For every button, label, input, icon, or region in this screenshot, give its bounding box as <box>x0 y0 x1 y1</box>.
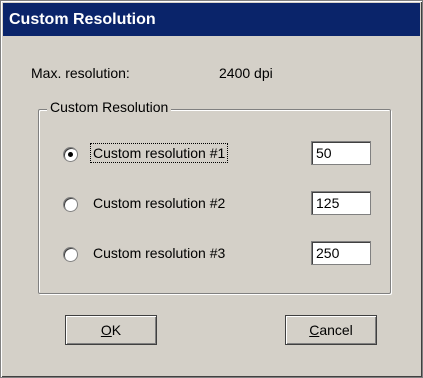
cancel-button[interactable]: Cancel <box>285 315 377 345</box>
radio-custom-resolution-3[interactable] <box>63 247 78 262</box>
ok-button[interactable]: OK <box>65 315 157 345</box>
window-title: Custom Resolution <box>9 11 156 28</box>
radio-label-2[interactable]: Custom resolution #2 <box>91 194 227 212</box>
radio-label-1[interactable]: Custom resolution #1 <box>89 143 229 163</box>
radio-label-3[interactable]: Custom resolution #3 <box>91 244 227 262</box>
max-resolution-label: Max. resolution: <box>31 65 130 81</box>
radio-custom-resolution-2[interactable] <box>63 197 78 212</box>
ok-mnemonic: O <box>100 322 112 338</box>
custom-resolution-2-field[interactable]: 125 <box>311 191 371 215</box>
max-resolution-value: 2400 dpi <box>219 65 273 81</box>
radio-custom-resolution-1[interactable] <box>63 147 78 162</box>
custom-resolution-dialog: Custom Resolution Max. resolution: 2400 … <box>0 0 423 378</box>
custom-resolution-3-field[interactable]: 250 <box>311 241 371 265</box>
ok-label-rest: K <box>111 322 122 338</box>
option-row-1: Custom resolution #1 50 <box>61 141 381 169</box>
cancel-mnemonic: C <box>309 322 320 338</box>
option-row-3: Custom resolution #3 250 <box>61 241 381 269</box>
cancel-label-rest: ancel <box>319 322 353 338</box>
radio-selected-dot <box>68 152 73 157</box>
title-bar[interactable]: Custom Resolution <box>3 3 420 36</box>
custom-resolution-1-field[interactable]: 50 <box>311 141 371 165</box>
group-label: Custom Resolution <box>47 99 172 115</box>
option-row-2: Custom resolution #2 125 <box>61 191 381 219</box>
